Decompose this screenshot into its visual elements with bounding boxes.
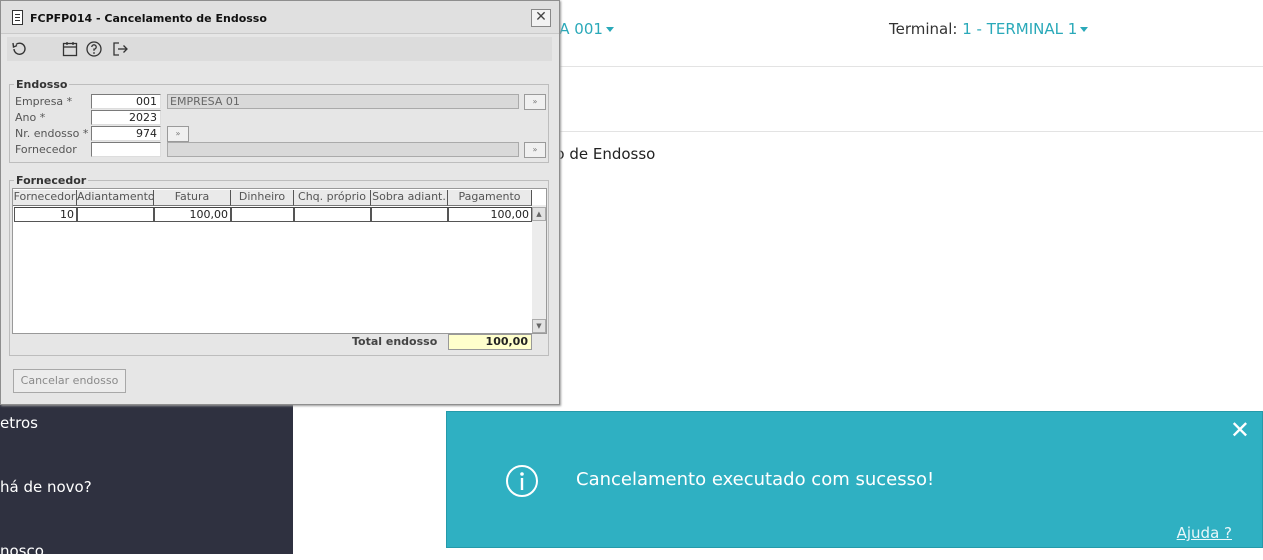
scroll-up-icon[interactable]: ▲: [532, 207, 546, 221]
caret-down-icon: [605, 27, 614, 32]
terminal-value: 1 - TERMINAL 1: [962, 20, 1078, 38]
nr-endosso-label: Nr. endosso *: [15, 127, 89, 140]
fornecedor-lookup-button[interactable]: »: [524, 142, 546, 158]
column-header[interactable]: Fornecedor: [13, 190, 77, 206]
toast-message: Cancelamento executado com sucesso!: [576, 469, 935, 490]
table-cell[interactable]: [77, 207, 154, 222]
dialog-titlebar[interactable]: FCPFP014 - Cancelamento de Endosso ✕: [1, 1, 559, 34]
toolbar: [7, 37, 552, 61]
total-endosso-label: Total endosso: [352, 335, 438, 348]
vertical-scrollbar[interactable]: ▲ ▼: [532, 205, 546, 333]
fornecedor-table: Fornecedor Adiantamento Fatura Dinheiro …: [12, 188, 547, 334]
fornecedor-legend: Fornecedor: [16, 174, 87, 187]
sidebar: etros há de novo? nosco: [0, 405, 293, 560]
table-header: Fornecedor Adiantamento Fatura Dinheiro …: [13, 189, 533, 206]
column-header[interactable]: Sobra adiant.: [371, 190, 448, 206]
cancel-endorsement-button[interactable]: Cancelar endosso: [13, 369, 126, 393]
exit-icon[interactable]: [111, 40, 129, 58]
fornecedor-code-field[interactable]: [91, 142, 161, 157]
calendar-icon[interactable]: [61, 40, 79, 58]
table-cell[interactable]: [231, 207, 294, 222]
empresa-code-field[interactable]: 001: [91, 94, 161, 109]
table-cell[interactable]: [371, 207, 448, 222]
info-icon: [506, 465, 538, 497]
fornecedor-label: Fornecedor: [15, 143, 77, 156]
document-icon: [12, 10, 23, 25]
empresa-label: Empresa *: [15, 95, 73, 108]
close-icon[interactable]: ✕: [1230, 416, 1250, 444]
ano-field[interactable]: 2023: [91, 110, 161, 125]
dialog-title: FCPFP014 - Cancelamento de Endosso: [30, 12, 267, 25]
empresa-lookup-button[interactable]: »: [524, 94, 546, 110]
endosso-legend: Endosso: [16, 78, 68, 91]
success-toast: ✕ Cancelamento executado com sucesso! Aj…: [446, 411, 1263, 548]
fornecedor-name-field: [167, 142, 519, 157]
help-icon[interactable]: [85, 40, 103, 58]
table-cell[interactable]: 100,00: [448, 207, 532, 222]
column-header[interactable]: Fatura: [154, 190, 231, 206]
caret-down-icon: [1080, 27, 1089, 32]
table-cell[interactable]: 10: [14, 207, 77, 222]
terminal-selector[interactable]: Terminal: 1 - TERMINAL 1: [889, 20, 1089, 38]
column-header[interactable]: Pagamento: [448, 190, 532, 206]
terminal-label: Terminal:: [889, 20, 958, 38]
scroll-down-icon[interactable]: ▼: [532, 319, 546, 333]
column-header[interactable]: Adiantamento: [77, 190, 155, 206]
sidebar-item-contato[interactable]: nosco: [0, 542, 44, 560]
table-cell[interactable]: [294, 207, 371, 222]
refresh-icon[interactable]: [10, 40, 28, 58]
cancel-endorsement-dialog: FCPFP014 - Cancelamento de Endosso ✕ End…: [0, 0, 560, 405]
sidebar-item-novidades[interactable]: há de novo?: [0, 478, 92, 496]
help-link[interactable]: Ajuda ?: [1177, 524, 1232, 542]
close-button[interactable]: ✕: [531, 9, 551, 27]
column-header[interactable]: Dinheiro: [231, 190, 294, 206]
nr-endosso-field[interactable]: 974: [91, 126, 161, 141]
ano-label: Ano *: [15, 111, 46, 124]
column-header[interactable]: Chq. próprio: [294, 190, 371, 206]
table-cell[interactable]: 100,00: [154, 207, 231, 222]
empresa-name-field: EMPRESA 01: [167, 94, 519, 109]
total-endosso-value: 100,00: [448, 334, 532, 350]
sidebar-item-parametros[interactable]: etros: [0, 414, 38, 432]
nr-endosso-lookup-button[interactable]: »: [167, 126, 189, 142]
